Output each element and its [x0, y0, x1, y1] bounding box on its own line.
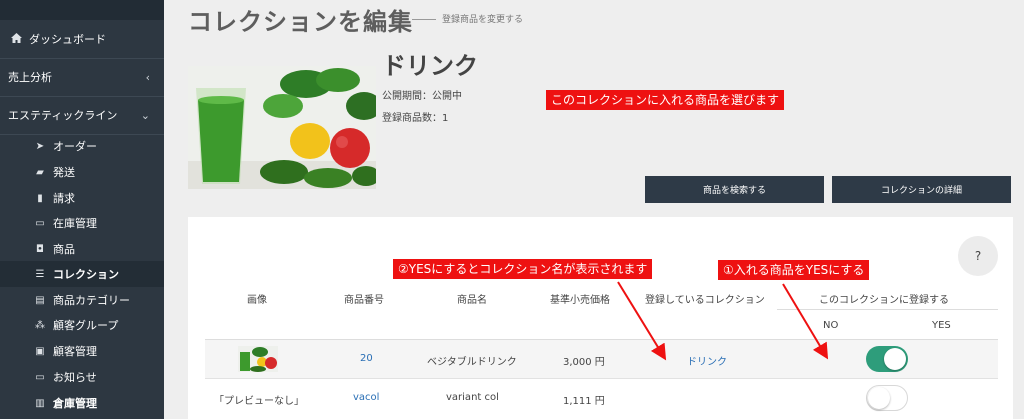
- annotation-arrows: [617, 281, 829, 361]
